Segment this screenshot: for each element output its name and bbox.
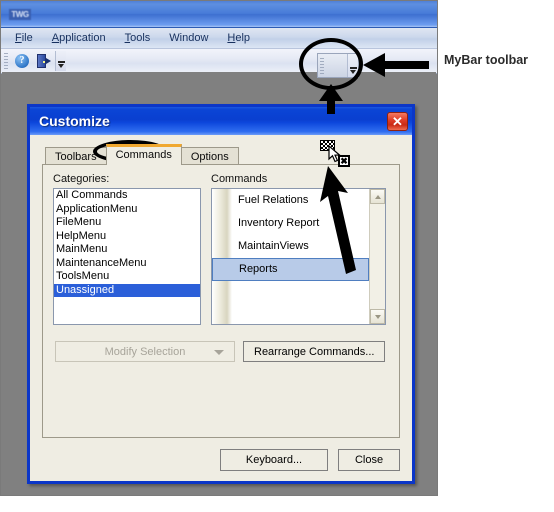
list-item[interactable]: MaintenanceMenu: [54, 257, 200, 271]
list-item[interactable]: FileMenu: [54, 216, 200, 230]
scroll-down-arrow-icon: [374, 314, 381, 319]
scroll-up-button[interactable]: [370, 189, 385, 204]
mybar-grip[interactable]: [320, 57, 324, 74]
dialog-title: Customize: [39, 113, 110, 129]
list-item[interactable]: MaintainViews: [212, 235, 369, 258]
close-button[interactable]: Close: [338, 449, 400, 471]
commands-action-buttons: Modify Selection Rearrange Commands...: [55, 341, 389, 362]
menu-item-window[interactable]: Window: [161, 30, 216, 46]
list-item[interactable]: All Commands: [54, 189, 200, 203]
scroll-down-button[interactable]: [370, 309, 385, 324]
dialog-titlebar: Customize ✕: [30, 107, 412, 135]
dialog-close-button[interactable]: ✕: [387, 111, 408, 131]
commands-label: Commands: [211, 173, 268, 185]
list-item[interactable]: MainMenu: [54, 243, 200, 257]
tab-options[interactable]: Options: [180, 147, 239, 165]
application-logo: TWG: [9, 8, 31, 20]
menu-item-help[interactable]: Help: [219, 30, 258, 46]
list-item[interactable]: ToolsMenu: [54, 270, 200, 284]
commands-listbox[interactable]: Fuel Relations Inventory Report Maintain…: [211, 188, 386, 325]
menubar: File Application Tools Window Help: [1, 28, 437, 49]
application-window: TWG File Application Tools Window Help ?…: [0, 0, 438, 496]
list-item-selected[interactable]: Reports: [212, 258, 369, 281]
commands-scrollbar[interactable]: [369, 189, 385, 324]
categories-listbox[interactable]: All Commands ApplicationMenu FileMenu He…: [53, 188, 201, 325]
commands-column: Commands Fuel Relations Inventory Report…: [211, 173, 386, 325]
toolbar-overflow-chevron-icon: [349, 67, 357, 74]
categories-column: Categories: All Commands ApplicationMenu…: [53, 173, 201, 325]
modify-selection-label: Modify Selection: [104, 345, 186, 358]
no-drop-badge-icon: ✖: [338, 155, 350, 167]
modify-selection-button[interactable]: Modify Selection: [55, 341, 235, 362]
dialog-footer: Keyboard... Close: [220, 449, 400, 471]
tab-toolbars[interactable]: Toolbars: [45, 147, 107, 165]
drag-no-drop-cursor-icon: ✖: [320, 140, 352, 170]
help-question-icon: ?: [15, 54, 29, 68]
dialog-body: Toolbars Commands Options Categories: Al…: [30, 135, 412, 481]
scroll-up-arrow-icon: [374, 194, 381, 199]
keyboard-button[interactable]: Keyboard...: [220, 449, 328, 471]
annotation-label: MyBar toolbar: [444, 53, 529, 67]
rearrange-commands-button[interactable]: Rearrange Commands...: [243, 341, 386, 362]
categories-label: Categories:: [53, 173, 110, 185]
mybar-overflow-button[interactable]: [347, 54, 358, 77]
list-item[interactable]: Inventory Report: [212, 212, 369, 235]
customize-dialog: Customize ✕ Toolbars Commands Options Ca…: [27, 104, 415, 484]
toolbar-help-button[interactable]: ?: [11, 51, 33, 71]
main-toolbar: ?: [1, 49, 437, 74]
toolbar-overflow-chevron-icon: [57, 61, 65, 68]
menu-item-file[interactable]: File: [7, 30, 41, 46]
list-item[interactable]: ApplicationMenu: [54, 203, 200, 217]
list-item[interactable]: HelpMenu: [54, 230, 200, 244]
chevron-down-icon: [214, 349, 224, 355]
application-titlebar: TWG: [1, 1, 437, 28]
toolbar-grip[interactable]: [4, 53, 8, 69]
mybar-toolbar[interactable]: [317, 53, 359, 78]
menu-item-tools[interactable]: Tools: [117, 30, 159, 46]
commands-tab-panel: Categories: All Commands ApplicationMenu…: [42, 164, 400, 438]
exit-door-icon: [36, 54, 52, 68]
toolbar-overflow-button[interactable]: [55, 51, 66, 71]
toolbar-exit-button[interactable]: [33, 51, 55, 71]
menu-item-application[interactable]: Application: [44, 30, 114, 46]
tab-commands[interactable]: Commands: [105, 144, 182, 165]
list-item-selected[interactable]: Unassigned: [54, 283, 200, 297]
list-item[interactable]: Fuel Relations: [212, 189, 369, 212]
